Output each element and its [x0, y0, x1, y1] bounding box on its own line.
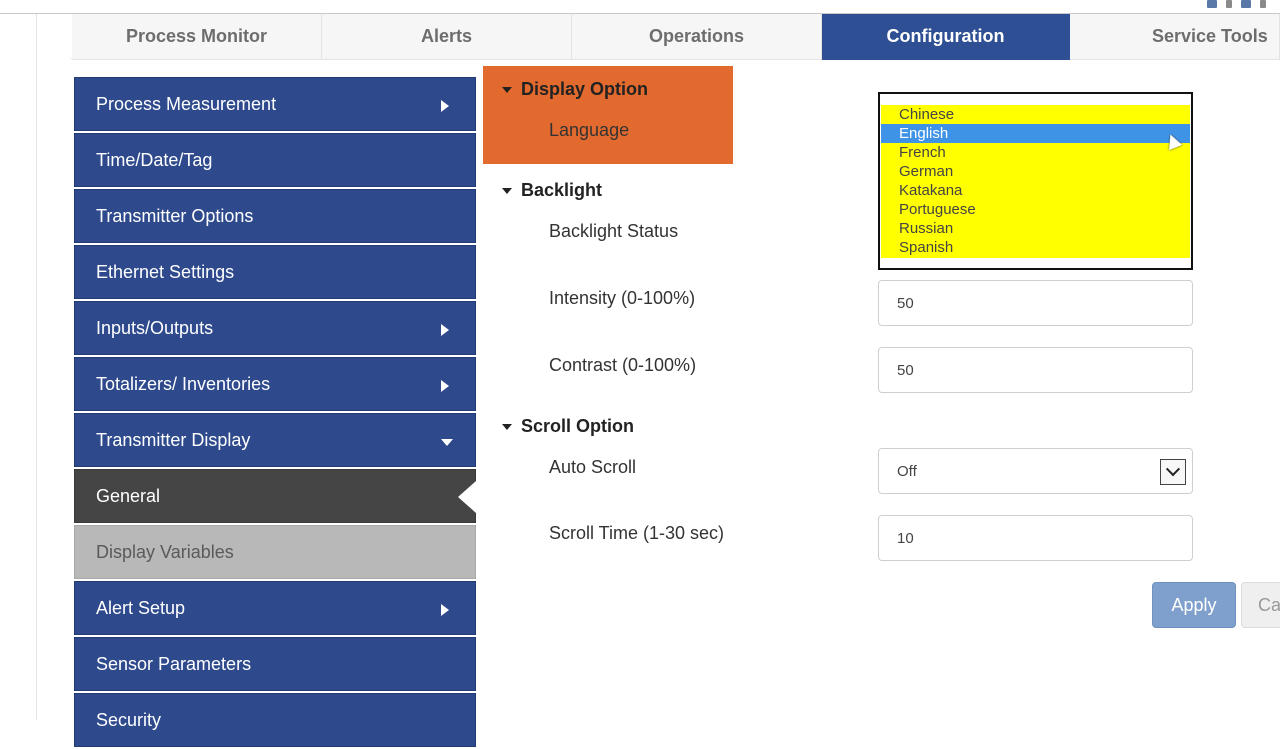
apply-button[interactable]: Apply [1152, 582, 1236, 628]
sidebar-item-time-date-tag[interactable]: Time/Date/Tag [74, 133, 476, 187]
intensity-input[interactable]: 50 [878, 280, 1193, 326]
dropdown-toggle[interactable] [1160, 459, 1186, 485]
chevron-down-icon [1165, 462, 1181, 477]
tab-process-monitor[interactable]: Process Monitor [72, 14, 322, 60]
sidebar-item-ethernet-settings[interactable]: Ethernet Settings [74, 245, 476, 299]
auto-scroll-value: Off [897, 462, 917, 480]
auto-scroll-select[interactable]: Off [878, 448, 1193, 494]
option-katakana[interactable]: Katakana [881, 181, 1190, 200]
sidebar-item-label: Ethernet Settings [96, 261, 235, 282]
option-french[interactable]: French [881, 143, 1190, 162]
language-label: Language [549, 120, 630, 140]
sidebar-item-label: Totalizers/ Inventories [96, 373, 271, 394]
sidebar-item-label: Display Variables [96, 541, 234, 562]
sidebar-item-transmitter-display[interactable]: Transmitter Display [74, 413, 476, 467]
cancel-button[interactable]: Ca [1241, 582, 1280, 628]
tab-alerts[interactable]: Alerts [322, 14, 572, 60]
chevron-right-icon [441, 324, 449, 336]
language-listbox[interactable]: Chinese English French German Katakana P… [878, 92, 1193, 270]
sidebar-item-sensor-parameters[interactable]: Sensor Parameters [74, 637, 476, 691]
caret-down-icon [502, 187, 512, 194]
caret-down-icon [502, 423, 512, 430]
option-chinese[interactable]: Chinese [881, 105, 1190, 124]
tab-operations[interactable]: Operations [572, 14, 822, 60]
option-spanish[interactable]: Spanish [881, 238, 1190, 257]
browser-dropdown-icon-2[interactable] [1260, 0, 1266, 8]
section-display-option[interactable]: Display Option [502, 79, 648, 100]
intensity-label: Intensity (0-100%) [549, 288, 696, 308]
browser-toolbar-strip [0, 0, 1280, 14]
sidebar-item-alert-setup[interactable]: Alert Setup [74, 581, 476, 635]
sidebar-item-label: Time/Date/Tag [96, 149, 213, 170]
main-tabs: Process Monitor Alerts Operations Config… [72, 14, 1280, 60]
scroll-time-label: Scroll Time (1-30 sec) [549, 523, 725, 543]
auto-scroll-label: Auto Scroll [549, 457, 637, 477]
browser-feed-icon[interactable] [1241, 0, 1251, 8]
sidebar-item-security[interactable]: Security [74, 693, 476, 747]
sidebar-item-general[interactable]: General [74, 469, 476, 523]
sidebar-item-label: Transmitter Display [96, 429, 251, 450]
sidebar-item-label: Process Measurement [96, 93, 277, 114]
chevron-down-icon [441, 439, 453, 446]
sidebar-item-label: Alert Setup [96, 597, 186, 618]
sidebar-item-label: Sensor Parameters [96, 653, 252, 674]
section-backlight[interactable]: Backlight [502, 180, 602, 201]
sidebar-item-label: Transmitter Options [96, 205, 254, 226]
sidebar-item-display-variables[interactable]: Display Variables [74, 525, 476, 579]
sidebar-nav: Process Measurement Time/Date/Tag Transm… [74, 77, 476, 749]
sidebar-item-transmitter-options[interactable]: Transmitter Options [74, 189, 476, 243]
intensity-value: 50 [897, 294, 914, 312]
option-english[interactable]: English [881, 124, 1190, 143]
language-options: Chinese English French German Katakana P… [881, 105, 1190, 258]
section-heading: Display Option [521, 79, 649, 99]
browser-home-icon[interactable] [1207, 0, 1217, 8]
browser-icons [1207, 0, 1266, 8]
backlight-status-label: Backlight Status [549, 221, 679, 241]
option-german[interactable]: German [881, 162, 1190, 181]
caret-down-icon [502, 86, 512, 93]
active-indicator [458, 481, 476, 513]
section-heading: Scroll Option [521, 416, 635, 436]
scroll-time-value: 10 [897, 529, 914, 547]
contrast-label: Contrast (0-100%) [549, 355, 697, 375]
sidebar-item-totalizers-inventories[interactable]: Totalizers/ Inventories [74, 357, 476, 411]
contrast-value: 50 [897, 361, 914, 379]
sidebar-item-inputs-outputs[interactable]: Inputs/Outputs [74, 301, 476, 355]
scroll-time-input[interactable]: 10 [878, 515, 1193, 561]
option-russian[interactable]: Russian [881, 219, 1190, 238]
section-heading: Backlight [521, 180, 603, 200]
tab-service-tools[interactable]: Service Tools [1070, 14, 1280, 60]
chevron-right-icon [441, 100, 449, 112]
sidebar-item-label: Inputs/Outputs [96, 317, 214, 338]
section-scroll-option[interactable]: Scroll Option [502, 416, 634, 437]
browser-dropdown-icon[interactable] [1226, 0, 1232, 8]
chevron-right-icon [441, 380, 449, 392]
sidebar-item-label: General [96, 485, 161, 506]
sidebar-item-label: Security [96, 709, 162, 730]
chevron-right-icon [441, 604, 449, 616]
sidebar-item-process-measurement[interactable]: Process Measurement [74, 77, 476, 131]
contrast-input[interactable]: 50 [878, 347, 1193, 393]
page-frame-line [36, 14, 37, 720]
option-portuguese[interactable]: Portuguese [881, 200, 1190, 219]
tab-configuration[interactable]: Configuration [822, 14, 1070, 60]
